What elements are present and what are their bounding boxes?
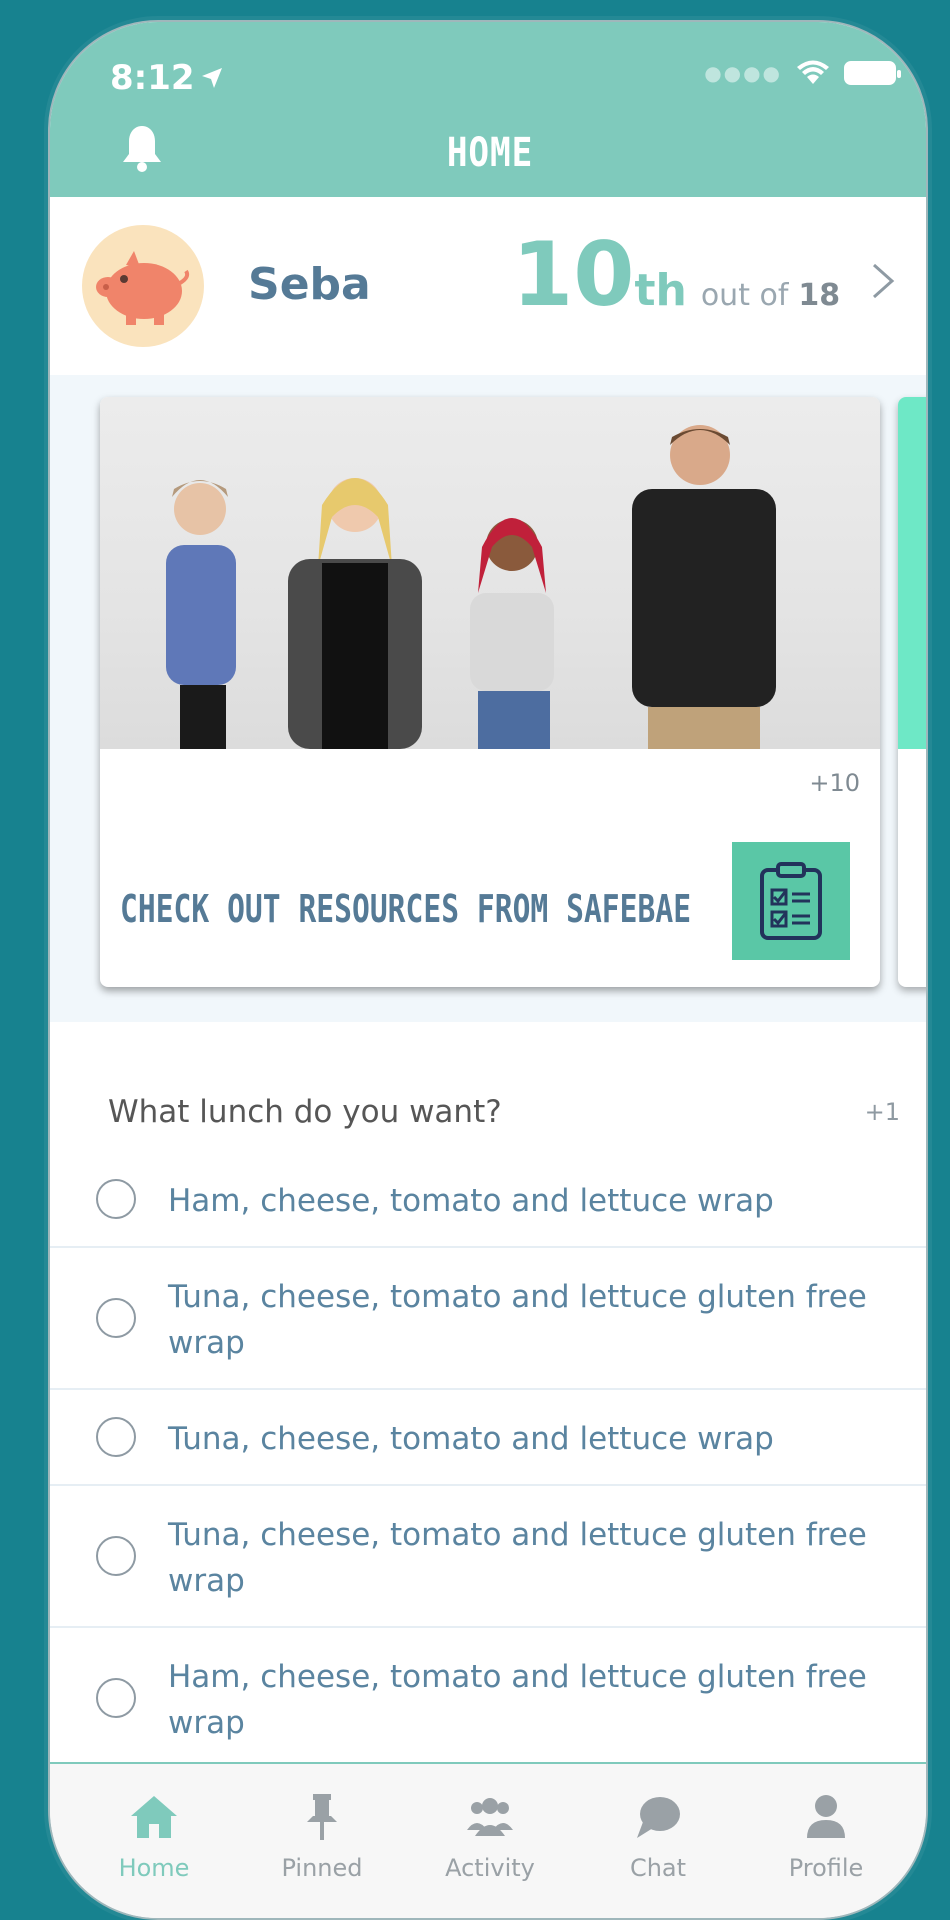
battery-icon bbox=[844, 61, 901, 85]
poll-options: Ham, cheese, tomato and lettuce wrap Tun… bbox=[50, 1152, 926, 1742]
header-bar: 8:12 ●●●● HOME bbox=[50, 22, 926, 197]
radio-button[interactable] bbox=[96, 1298, 136, 1338]
profile-summary[interactable]: Seba 10 th out of 18 bbox=[50, 197, 926, 375]
group-photo-image bbox=[166, 425, 776, 749]
status-time: 8:12 bbox=[110, 58, 195, 98]
content-carousel[interactable]: +10 CHECK OUT RESOURCES FROM SAFEBAE bbox=[50, 375, 926, 1022]
rank-number: 10 bbox=[512, 223, 635, 326]
rank-suffix: th bbox=[634, 265, 687, 316]
poll-option[interactable]: Tuna, cheese, tomato and lettuce gluten … bbox=[50, 1486, 926, 1628]
poll-option-label: Ham, cheese, tomato and lettuce gluten f… bbox=[168, 1659, 867, 1741]
poll-option-label: Tuna, cheese, tomato and lettuce gluten … bbox=[168, 1279, 867, 1361]
radio-button[interactable] bbox=[96, 1678, 136, 1718]
wifi-icon bbox=[797, 60, 829, 84]
clipboard-checklist-icon bbox=[760, 862, 822, 940]
card-title: CHECK OUT RESOURCES FROM SAFEBAE bbox=[120, 887, 692, 931]
poll-question: What lunch do you want? bbox=[108, 1094, 502, 1130]
poll-option-label: Tuna, cheese, tomato and lettuce wrap bbox=[168, 1421, 774, 1457]
tab-label: Pinned bbox=[281, 1854, 363, 1882]
group-icon bbox=[467, 1798, 513, 1836]
chevron-right-icon[interactable] bbox=[868, 261, 898, 301]
poll-option[interactable]: Tuna, cheese, tomato and lettuce gluten … bbox=[50, 1248, 926, 1390]
tab-pinned[interactable]: Pinned bbox=[238, 1764, 406, 1918]
tab-profile[interactable]: Profile bbox=[742, 1764, 910, 1918]
location-arrow-icon bbox=[202, 68, 222, 88]
poll-option[interactable]: Ham, cheese, tomato and lettuce wrap bbox=[50, 1152, 926, 1248]
poll-points: +1 bbox=[864, 1098, 900, 1126]
tab-chat[interactable]: Chat bbox=[574, 1764, 742, 1918]
tab-label: Profile bbox=[788, 1854, 864, 1882]
card-photo bbox=[100, 397, 880, 749]
tab-home[interactable]: Home bbox=[70, 1764, 238, 1918]
rank-out-of-label: out of bbox=[700, 278, 789, 313]
card-badge bbox=[732, 842, 850, 960]
next-card-peek[interactable] bbox=[898, 397, 926, 987]
rank-total: 18 bbox=[798, 278, 841, 313]
tab-bar: Home Pinned Activity Chat Profile bbox=[50, 1762, 926, 1918]
user-name: Seba bbox=[248, 259, 371, 310]
poll-option[interactable]: Tuna, cheese, tomato and lettuce wrap bbox=[50, 1390, 926, 1486]
signal-icon: ●●●● bbox=[704, 61, 782, 85]
person-icon bbox=[807, 1795, 845, 1838]
page-title: HOME bbox=[446, 130, 534, 176]
tab-label: Home bbox=[118, 1854, 190, 1882]
leaderboard-rank: 10 th out of 18 bbox=[512, 231, 840, 319]
radio-button[interactable] bbox=[96, 1536, 136, 1576]
tab-label: Activity bbox=[445, 1854, 535, 1882]
poll-option-label: Ham, cheese, tomato and lettuce wrap bbox=[168, 1183, 774, 1219]
status-icons: ●●●● bbox=[704, 60, 901, 86]
tab-activity[interactable]: Activity bbox=[406, 1764, 574, 1918]
resource-card[interactable]: +10 CHECK OUT RESOURCES FROM SAFEBAE bbox=[100, 397, 880, 987]
radio-button[interactable] bbox=[96, 1417, 136, 1457]
avatar bbox=[82, 225, 204, 347]
poll-option-label: Tuna, cheese, tomato and lettuce gluten … bbox=[168, 1517, 867, 1599]
next-card-image bbox=[898, 397, 926, 749]
poll-option[interactable]: Ham, cheese, tomato and lettuce gluten f… bbox=[50, 1628, 926, 1742]
radio-button[interactable] bbox=[96, 1179, 136, 1219]
piggy-icon bbox=[96, 251, 190, 325]
card-points: +10 bbox=[809, 769, 860, 797]
lunch-poll: What lunch do you want? +1 Ham, cheese, … bbox=[50, 1022, 926, 1742]
tab-label: Chat bbox=[629, 1854, 687, 1882]
pin-icon bbox=[307, 1794, 337, 1840]
chat-bubble-icon bbox=[637, 1797, 680, 1838]
home-icon bbox=[131, 1796, 177, 1838]
phone-frame: 8:12 ●●●● HOME Seba 10 th out of 18 +10 … bbox=[48, 20, 928, 1920]
